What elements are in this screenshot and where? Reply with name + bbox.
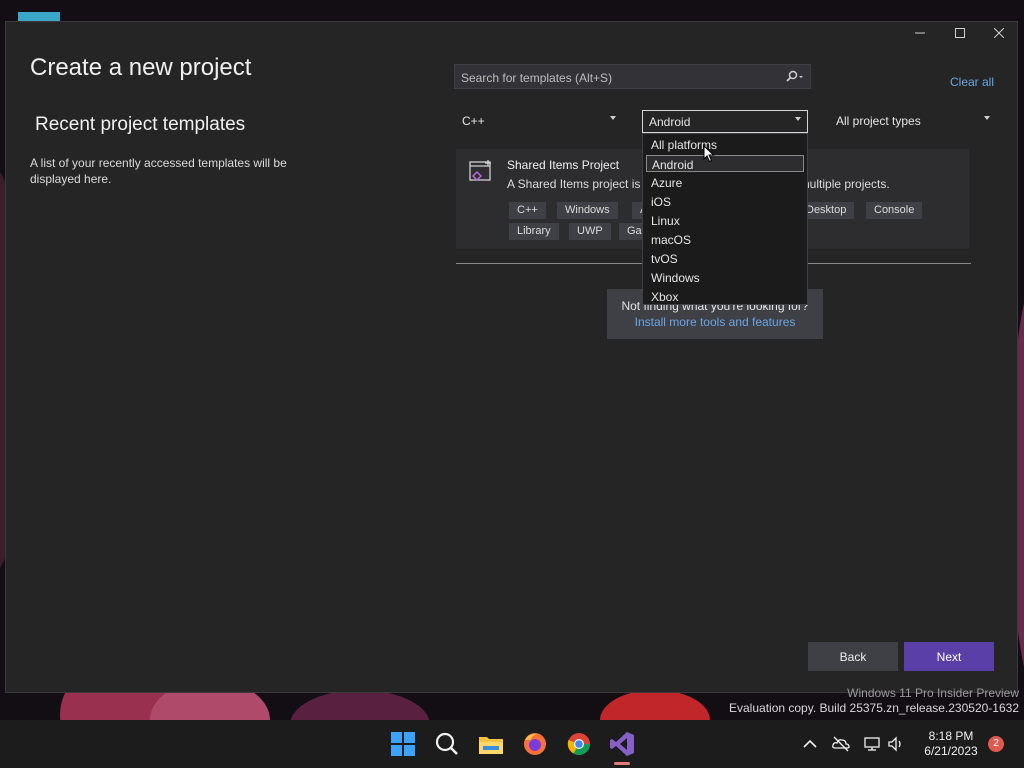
minimize-button[interactable] (906, 28, 934, 44)
template-search-box[interactable] (454, 64, 811, 89)
taskbar-clock[interactable]: 8:18 PM 6/21/2023 (916, 729, 986, 759)
chrome-icon[interactable] (565, 730, 593, 758)
firefox-icon[interactable] (521, 730, 549, 758)
platform-option[interactable]: Xbox (646, 288, 804, 305)
search-icon[interactable] (784, 70, 804, 87)
language-filter-value: C++ (462, 114, 485, 128)
wallpaper-accent (18, 12, 60, 21)
back-button[interactable]: Back (808, 642, 898, 671)
language-filter[interactable]: C++ (456, 110, 622, 133)
platform-option-selected[interactable]: Android (646, 155, 804, 172)
create-project-dialog: Create a new project Recent project temp… (5, 21, 1018, 693)
next-button[interactable]: Next (904, 642, 994, 671)
install-more-tools-link[interactable]: Install more tools and features (607, 315, 823, 329)
chevron-down-icon (795, 117, 801, 121)
chevron-down-icon (610, 116, 616, 120)
clear-all-link[interactable]: Clear all (950, 75, 994, 89)
template-name: Shared Items Project (507, 158, 620, 172)
file-explorer-icon[interactable] (477, 730, 505, 758)
recent-templates-description: A list of your recently accessed templat… (30, 156, 287, 186)
template-tag: Console (866, 202, 923, 219)
project-type-filter-value: All project types (836, 114, 921, 128)
evaluation-watermark: Windows 11 Pro Insider Preview Evaluatio… (729, 686, 1019, 716)
platform-filter[interactable]: Android (642, 110, 808, 133)
network-icon[interactable] (862, 734, 882, 754)
maximize-icon (955, 28, 965, 38)
platform-dropdown-list: All platforms Android Azure iOS Linux ma… (642, 133, 808, 305)
platform-option[interactable]: iOS (646, 193, 804, 210)
chevron-up-icon[interactable] (800, 734, 820, 754)
clock-date: 6/21/2023 (924, 744, 978, 758)
mouse-cursor-icon (703, 144, 715, 168)
template-description-tail: nultiple projects. (803, 177, 890, 191)
template-tag: Windows (557, 202, 618, 219)
search-input[interactable] (461, 71, 761, 85)
clock-time: 8:18 PM (928, 729, 974, 743)
onedrive-offline-icon[interactable] (831, 734, 851, 754)
shared-items-project-icon (468, 158, 496, 191)
page-title: Create a new project (30, 54, 252, 81)
volume-icon[interactable] (886, 734, 906, 754)
maximize-button[interactable] (946, 28, 974, 44)
close-button[interactable] (985, 28, 1013, 44)
watermark-build: Evaluation copy. Build 25375.zn_release.… (729, 701, 1019, 715)
recent-templates-heading: Recent project templates (35, 114, 246, 135)
chevron-down-icon (984, 116, 990, 120)
notification-badge[interactable]: 2 (988, 736, 1004, 752)
active-app-indicator (614, 762, 630, 765)
project-type-filter[interactable]: All project types (830, 110, 996, 133)
platform-option[interactable]: macOS (646, 231, 804, 248)
platform-option[interactable]: tvOS (646, 250, 804, 267)
visual-studio-icon[interactable] (608, 730, 636, 758)
platform-option[interactable]: All platforms (646, 136, 804, 153)
platform-option[interactable]: Linux (646, 212, 804, 229)
close-icon (994, 28, 1004, 38)
windows-start-icon[interactable] (389, 730, 417, 758)
minimize-icon (915, 32, 925, 34)
template-description: A Shared Items project is u (507, 177, 651, 191)
template-tag: UWP (569, 223, 611, 240)
search-icon[interactable] (433, 730, 461, 758)
platform-option[interactable]: Azure (646, 174, 804, 191)
watermark-edition: Windows 11 Pro Insider Preview (847, 686, 1019, 700)
template-tag: C++ (509, 202, 546, 219)
taskbar: 8:18 PM 6/21/2023 2 (0, 720, 1024, 768)
template-tag: Library (509, 223, 559, 240)
platform-option[interactable]: Windows (646, 269, 804, 286)
platform-filter-value: Android (649, 115, 691, 129)
